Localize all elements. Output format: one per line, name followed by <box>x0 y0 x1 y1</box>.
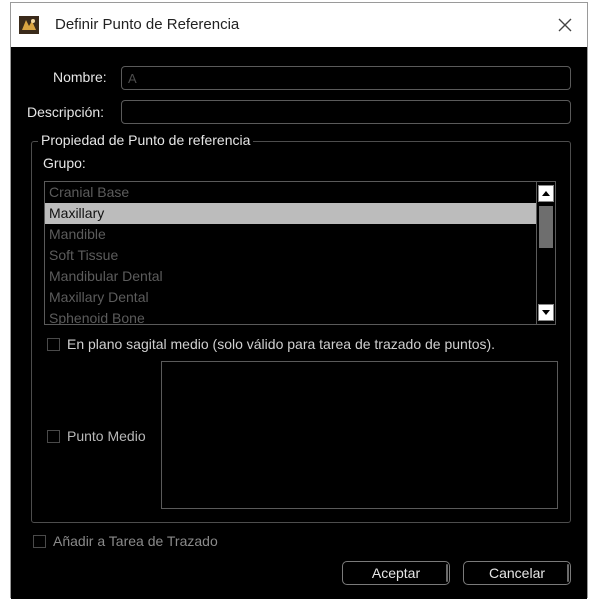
cancel-button[interactable]: Cancelar <box>463 561 571 585</box>
scroll-up-button[interactable] <box>538 185 554 202</box>
nombre-field[interactable] <box>121 66 571 90</box>
grupo-label: Grupo: <box>43 155 86 171</box>
list-item[interactable]: Soft Tissue <box>45 245 555 266</box>
dialog-content: Nombre: Descripción: Propiedad de Punto … <box>11 47 587 599</box>
anadir-checkbox[interactable] <box>33 535 46 548</box>
title-bar[interactable]: Definir Punto de Referencia <box>11 3 587 47</box>
group-listbox[interactable]: Cranial Base Maxillary Mandible Soft Tis… <box>44 181 556 325</box>
dialog-window: Definir Punto de Referencia Nombre: Desc… <box>10 2 588 599</box>
groupbox-title: Propiedad de Punto de referencia <box>38 132 254 148</box>
arrow-up-icon <box>542 191 550 196</box>
list-item[interactable]: Mandibular Dental <box>45 266 555 287</box>
scroll-down-button[interactable] <box>538 304 554 321</box>
descripcion-label: Descripción: <box>27 104 105 120</box>
accept-button[interactable]: Aceptar <box>342 561 450 585</box>
nombre-label: Nombre: <box>53 69 107 85</box>
list-item[interactable]: Sphenoid Bone <box>45 308 555 324</box>
list-item[interactable]: Cranial Base <box>45 182 555 203</box>
arrow-down-icon <box>542 310 550 315</box>
sagital-checkbox[interactable] <box>47 338 60 351</box>
window-title: Definir Punto de Referencia <box>55 16 240 33</box>
descripcion-field[interactable] <box>121 100 571 124</box>
list-item-selected[interactable]: Maxillary <box>45 203 555 224</box>
punto-medio-label: Punto Medio <box>67 428 146 444</box>
app-logo-icon <box>19 16 39 34</box>
sagital-checkbox-label: En plano sagital medio (solo válido para… <box>67 336 496 352</box>
punto-medio-checkbox[interactable] <box>47 430 60 443</box>
list-item[interactable]: Mandible <box>45 224 555 245</box>
punto-medio-panel <box>161 361 558 509</box>
close-icon[interactable] <box>553 13 577 37</box>
list-scrollbar[interactable] <box>536 182 555 324</box>
anadir-checkbox-label: Añadir a Tarea de Trazado <box>53 533 218 549</box>
scroll-thumb[interactable] <box>539 206 553 248</box>
list-item[interactable]: Maxillary Dental <box>45 287 555 308</box>
